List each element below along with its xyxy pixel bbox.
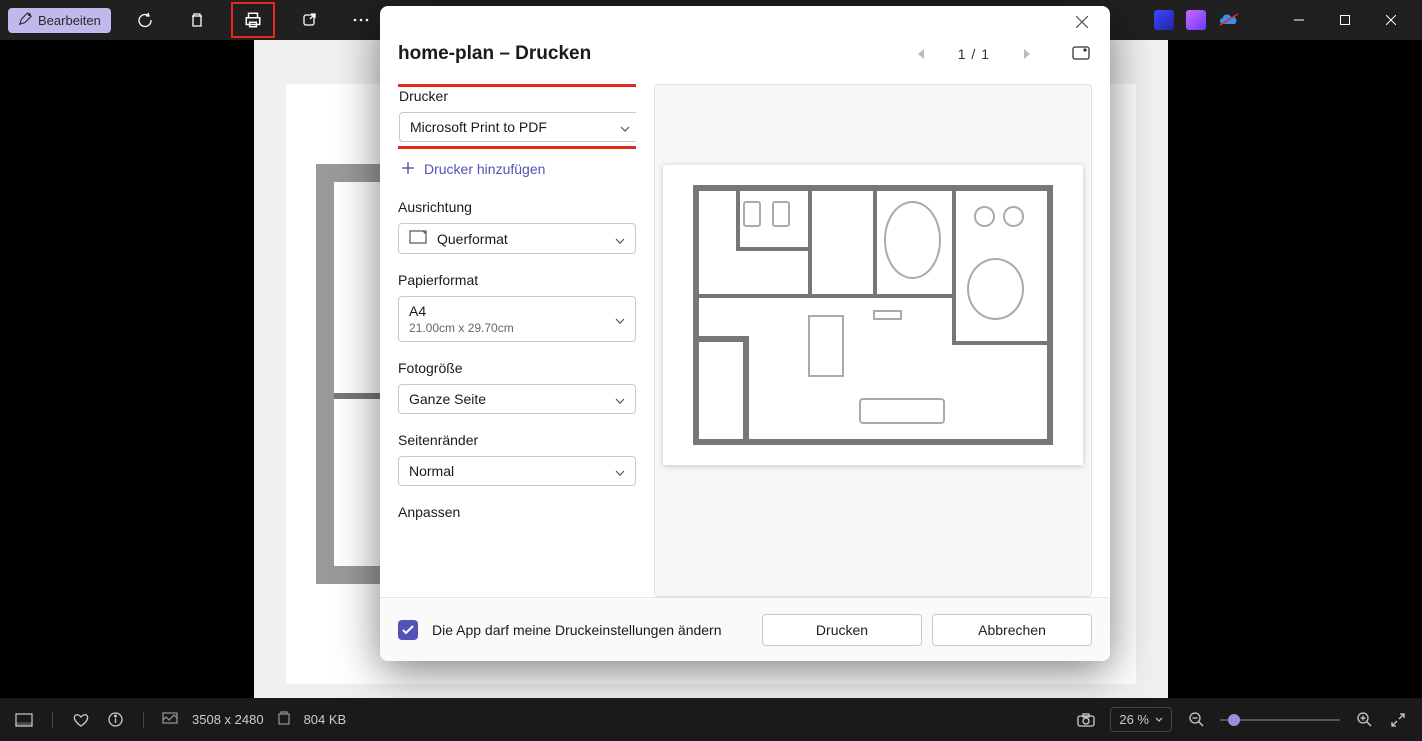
fullscreen-button[interactable] [1388, 713, 1408, 727]
prev-page-button[interactable] [906, 40, 938, 68]
zoom-slider-thumb[interactable] [1228, 714, 1240, 726]
status-bar: 3508 x 2480 804 KB 26 % [0, 698, 1422, 741]
dimensions-icon [162, 712, 178, 727]
preview-page [663, 165, 1083, 465]
page-margins-label: Seitenränder [398, 432, 636, 448]
app-icon-2[interactable] [1186, 10, 1206, 30]
page-indicator: 1 / 1 [958, 46, 990, 62]
next-page-button[interactable] [1010, 40, 1042, 68]
filesize-value: 804 KB [304, 712, 347, 727]
photo-size-label: Fotogröße [398, 360, 636, 376]
app-icon-1[interactable] [1154, 10, 1174, 30]
page-margins-select[interactable]: Normal [398, 456, 636, 486]
fit-label: Anpassen [398, 504, 636, 520]
orientation-label: Ausrichtung [398, 199, 636, 215]
allow-settings-checkbox[interactable] [398, 620, 418, 640]
favorite-icon[interactable] [71, 713, 91, 727]
zoom-in-button[interactable] [1354, 712, 1374, 727]
printer-selected-value: Microsoft Print to PDF [410, 119, 547, 135]
zoom-value: 26 % [1119, 712, 1149, 727]
dimensions-value: 3508 x 2480 [192, 712, 264, 727]
chevron-down-icon [615, 311, 625, 327]
page-margins-selected-value: Normal [409, 463, 454, 479]
onedrive-icon[interactable] [1218, 12, 1240, 29]
photo-size-select[interactable]: Ganze Seite [398, 384, 636, 414]
add-printer-label: Drucker hinzufügen [424, 161, 545, 177]
zoom-slider[interactable] [1220, 719, 1340, 721]
printer-label: Drucker [399, 88, 636, 104]
landscape-icon [409, 230, 427, 247]
paper-format-label: Papierformat [398, 272, 636, 288]
add-printer-button[interactable]: Drucker hinzufügen [398, 161, 636, 177]
close-window-button[interactable] [1368, 0, 1414, 40]
info-icon[interactable] [105, 712, 125, 727]
zoom-out-button[interactable] [1186, 712, 1206, 727]
screenshot-icon[interactable] [1076, 713, 1096, 727]
edit-button[interactable]: Bearbeiten [8, 8, 111, 33]
paper-format-dimensions: 21.00cm x 29.70cm [409, 321, 514, 335]
chevron-down-icon [615, 391, 625, 407]
maximize-button[interactable] [1322, 0, 1368, 40]
orientation-select[interactable]: Querformat [398, 223, 636, 254]
edit-label: Bearbeiten [38, 13, 101, 28]
print-button[interactable]: Drucken [762, 614, 922, 646]
cancel-button[interactable]: Abbrechen [932, 614, 1092, 646]
zoom-select[interactable]: 26 % [1110, 707, 1172, 732]
dialog-title: home-plan – Drucken [398, 43, 591, 65]
paper-format-select[interactable]: A4 21.00cm x 29.70cm [398, 296, 636, 342]
print-dialog: home-plan – Drucken 1 / 1 Drucker Micros… [380, 6, 1110, 661]
plus-icon [402, 161, 414, 177]
print-icon[interactable] [231, 2, 275, 38]
minimize-button[interactable] [1276, 0, 1322, 40]
fit-page-button[interactable] [1072, 46, 1090, 63]
photo-size-selected-value: Ganze Seite [409, 391, 486, 407]
share-icon[interactable] [291, 2, 327, 38]
chevron-down-icon [620, 119, 630, 135]
chevron-down-icon [615, 231, 625, 247]
delete-icon[interactable] [179, 2, 215, 38]
print-preview [654, 84, 1092, 597]
paper-format-selected-value: A4 [409, 303, 514, 319]
edit-pencil-icon [18, 12, 32, 29]
allow-settings-label: Die App darf meine Druckeinstellungen än… [432, 622, 722, 638]
chevron-down-icon [615, 463, 625, 479]
filmstrip-icon[interactable] [14, 713, 34, 727]
printer-select[interactable]: Microsoft Print to PDF [399, 112, 636, 142]
orientation-selected-value: Querformat [437, 231, 508, 247]
more-icon[interactable] [343, 2, 379, 38]
filesize-icon [278, 711, 290, 728]
rotate-icon[interactable] [127, 2, 163, 38]
